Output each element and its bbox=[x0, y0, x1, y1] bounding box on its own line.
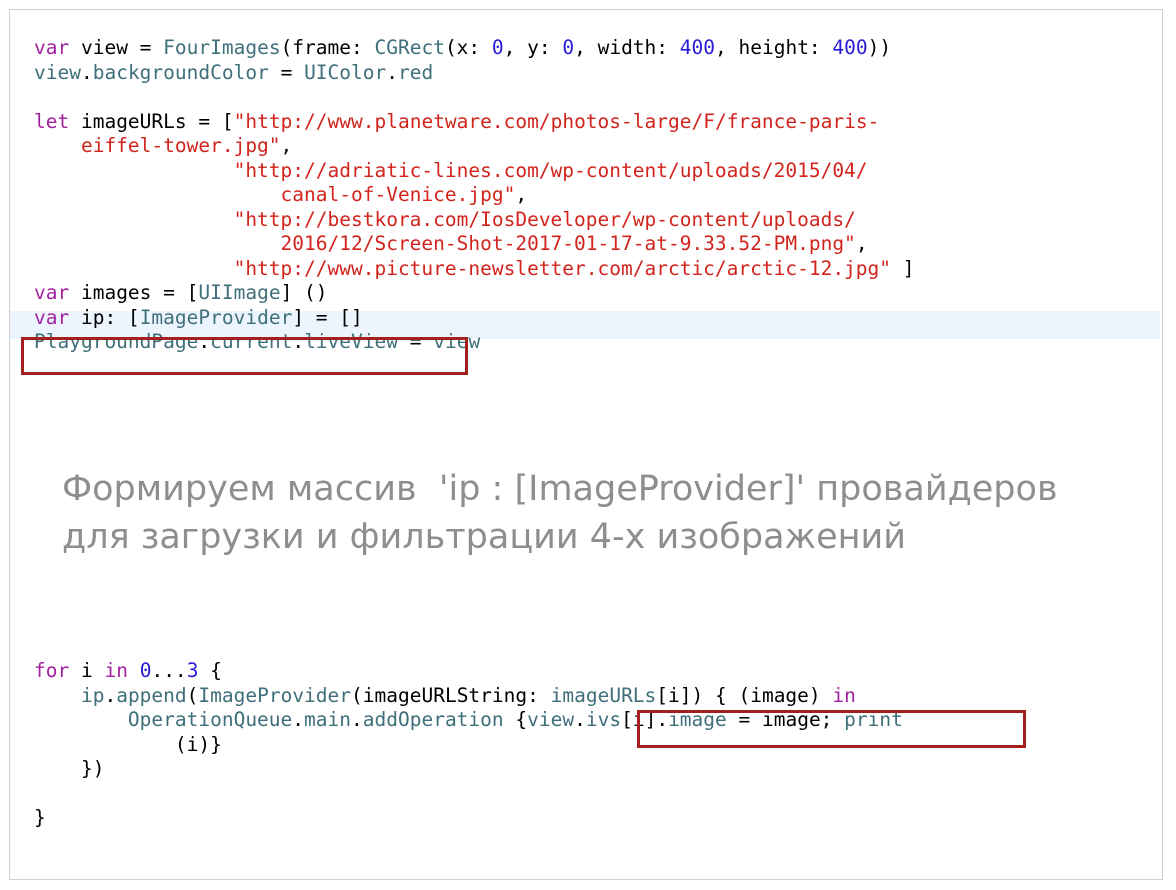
code-token: view = bbox=[69, 36, 164, 59]
code-token: backgroundColor bbox=[92, 60, 269, 84]
code-line: view.backgroundColor = UIColor.red bbox=[34, 60, 433, 85]
code-token: 0 bbox=[491, 36, 504, 59]
code-token: (x: bbox=[444, 36, 492, 59]
code-token: , width: bbox=[574, 36, 680, 59]
code-token: { bbox=[503, 708, 528, 731]
code-token: addOperation bbox=[362, 708, 504, 731]
caption-line-1: Формируем массив 'ip : [ImageProvider]' … bbox=[62, 469, 1058, 509]
code-token: canal-of-Venice.jpg" bbox=[34, 183, 516, 206]
code-token: in bbox=[104, 659, 128, 682]
caption-line-2: для загрузки и фильтрации 4-х изображени… bbox=[62, 517, 906, 557]
code-token: . bbox=[292, 708, 305, 731]
code-token: images = [ bbox=[69, 281, 199, 304]
code-token: ] () bbox=[280, 281, 328, 304]
code-line: }) bbox=[34, 756, 105, 781]
code-token: 400 bbox=[679, 36, 716, 59]
code-token: , y: bbox=[503, 36, 563, 59]
code-token: ( bbox=[186, 683, 199, 707]
code-line: var images = [UIImage] () bbox=[34, 280, 328, 305]
code-token: let bbox=[34, 109, 70, 133]
code-token: (imageURLString: bbox=[351, 683, 551, 707]
code-line: canal-of-Venice.jpg", bbox=[34, 182, 528, 207]
code-token: CGRect bbox=[374, 36, 445, 59]
code-token: var bbox=[34, 281, 70, 304]
code-token: (i)} bbox=[34, 732, 222, 756]
code-line: (i)} bbox=[34, 732, 222, 757]
code-line: } bbox=[34, 805, 46, 830]
code-token: ip bbox=[80, 683, 105, 707]
code-line: let imageURLs = ["http://www.planetware.… bbox=[34, 109, 879, 134]
code-token: { bbox=[198, 659, 222, 682]
code-token: "http://www.picture-newsletter.com/arcti… bbox=[34, 256, 892, 280]
code-token: ... bbox=[151, 659, 187, 682]
code-token: ip: [ bbox=[69, 305, 140, 329]
code-token: red bbox=[398, 60, 434, 84]
code-token: . bbox=[386, 60, 398, 84]
code-token: , height: bbox=[715, 36, 833, 59]
code-token: ] = [] bbox=[292, 305, 363, 329]
code-line: var view = FourImages(frame: CGRect(x: 0… bbox=[34, 35, 891, 60]
code-token: . bbox=[104, 683, 117, 707]
code-line: "http://adriatic-lines.com/wp-content/up… bbox=[34, 158, 868, 183]
code-line: for i in 0...3 { bbox=[34, 658, 222, 683]
code-token: } bbox=[34, 806, 46, 829]
code-line: ip.append(ImageProvider(imageURLString: … bbox=[34, 683, 856, 708]
code-token: imageURLs bbox=[550, 683, 657, 707]
code-token: "http://www.planetware.com/photos-large/… bbox=[233, 109, 880, 133]
view-ivs-highlight-box bbox=[637, 710, 1026, 748]
code-token: UIImage bbox=[198, 281, 281, 304]
code-token: 0 bbox=[562, 36, 575, 59]
code-token: . bbox=[351, 708, 363, 731]
code-token: for bbox=[34, 659, 70, 682]
code-line: var ip: [ImageProvider] = [] bbox=[34, 305, 363, 330]
ip-array-highlight-box bbox=[21, 337, 468, 375]
code-token: ImageProvider bbox=[198, 683, 352, 707]
code-token: "http://adriatic-lines.com/wp-content/up… bbox=[34, 158, 868, 182]
code-line: 2016/12/Screen-Shot-2017-01-17-at-9.33.5… bbox=[34, 231, 868, 256]
code-token: , bbox=[280, 134, 293, 157]
code-token: imageURLs = [ bbox=[69, 109, 234, 133]
code-token: var bbox=[34, 36, 70, 59]
code-token: , bbox=[855, 232, 868, 255]
code-token: 2016/12/Screen-Shot-2017-01-17-at-9.33.5… bbox=[34, 232, 856, 255]
code-token: 0 bbox=[139, 659, 152, 682]
code-token: ImageProvider bbox=[139, 305, 293, 329]
code-token: main bbox=[304, 708, 352, 731]
code-line: "http://bestkora.com/IosDeveloper/wp-con… bbox=[34, 207, 856, 232]
code-token: FourImages bbox=[163, 36, 281, 59]
code-token: }) bbox=[34, 757, 105, 780]
code-token: [i]) { (image) bbox=[656, 683, 833, 707]
code-token: (frame: bbox=[280, 36, 375, 59]
code-token: OperationQueue bbox=[127, 708, 293, 731]
code-token: )) bbox=[867, 36, 892, 59]
code-token: eiffel-tower.jpg" bbox=[34, 134, 281, 157]
code-token: UIColor bbox=[304, 60, 387, 84]
code-token: append bbox=[116, 683, 187, 707]
code-token: . bbox=[80, 60, 93, 84]
code-line: "http://www.picture-newsletter.com/arcti… bbox=[34, 256, 915, 281]
code-token: ] bbox=[891, 256, 915, 280]
code-token: 3 bbox=[186, 659, 199, 682]
code-token: ivs bbox=[585, 708, 622, 731]
code-token: "http://bestkora.com/IosDeveloper/wp-con… bbox=[34, 207, 856, 231]
code-token: , bbox=[515, 183, 528, 206]
code-token: = bbox=[268, 60, 305, 84]
code-token: var bbox=[34, 305, 70, 329]
code-token: in bbox=[832, 683, 856, 707]
code-token: view bbox=[527, 708, 575, 731]
code-token: . bbox=[574, 708, 586, 731]
code-token: 400 bbox=[832, 36, 868, 59]
code-line: eiffel-tower.jpg", bbox=[34, 133, 292, 158]
code-token: view bbox=[34, 60, 81, 84]
code-token: i bbox=[69, 659, 105, 682]
